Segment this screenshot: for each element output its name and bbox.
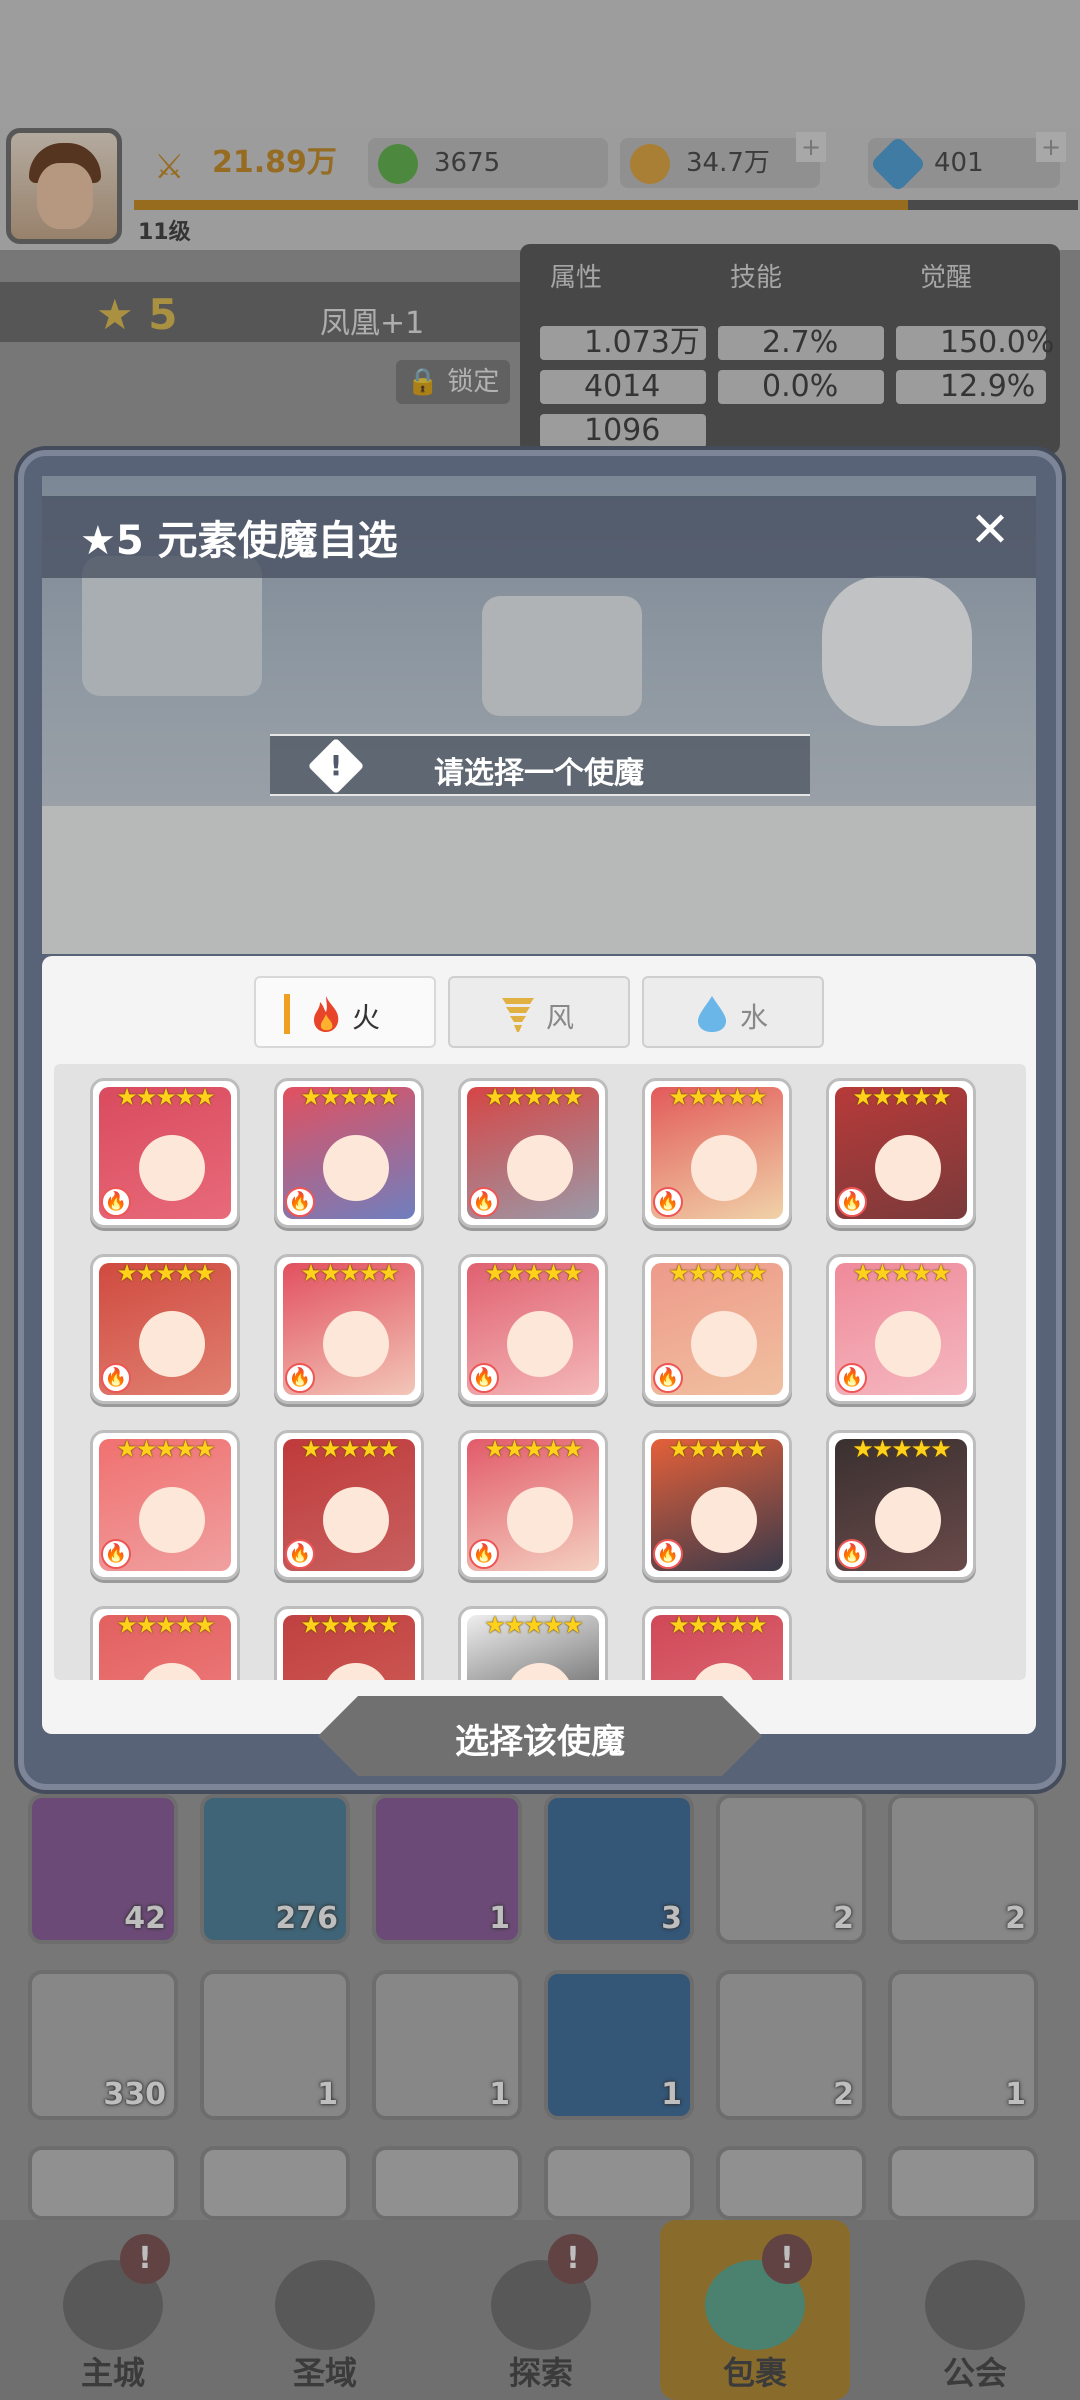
fire-element-icon: 🔥: [837, 1363, 867, 1393]
banner-ground: [42, 806, 1036, 954]
fire-element-icon: 🔥: [285, 1539, 315, 1569]
fire-element-icon: 🔥: [837, 1539, 867, 1569]
familiar-face: [507, 1311, 573, 1377]
ruin-decoration: [822, 576, 972, 726]
familiar-card[interactable]: ★★★★★🔥: [274, 1606, 424, 1680]
close-button[interactable]: ✕: [964, 504, 1016, 556]
star-rating: ★★★★★: [668, 1435, 768, 1463]
familiar-face: [875, 1487, 941, 1553]
familiar-face: [323, 1311, 389, 1377]
familiar-card[interactable]: ★★★★★ 🔥: [642, 1254, 792, 1404]
familiar-face: [507, 1135, 573, 1201]
star-rating: ★★★★★: [852, 1083, 952, 1111]
alert-icon: !: [307, 737, 365, 795]
tab-wind[interactable]: 风: [448, 976, 630, 1048]
familiar-card[interactable]: ★★★★★🔥: [642, 1606, 792, 1680]
star-rating: ★★★★★: [852, 1259, 952, 1287]
familiar-card[interactable]: ★★★★★ 🔥: [90, 1078, 240, 1228]
star-rating: ★★★★★: [116, 1611, 216, 1639]
familiar-card[interactable]: ★★★★★ 🔥: [826, 1078, 976, 1228]
star-rating: ★★★★★: [668, 1083, 768, 1111]
star-rating: ★★★★★: [116, 1259, 216, 1287]
familiar-card[interactable]: ★★★★★ 🔥: [826, 1430, 976, 1580]
fire-element-icon: 🔥: [837, 1187, 867, 1217]
star-rating: ★★★★★: [484, 1259, 584, 1287]
familiar-card[interactable]: ★★★★★ 🔥: [458, 1078, 608, 1228]
familiar-face: [691, 1311, 757, 1377]
star-rating: ★★★★★: [668, 1259, 768, 1287]
alert-glyph: !: [329, 749, 343, 782]
ruin-decoration: [482, 596, 642, 716]
familiar-card[interactable]: ★★★★★ 🔥: [90, 1254, 240, 1404]
active-tab-indicator: [284, 994, 290, 1034]
familiar-card[interactable]: ★★★★★ 🔥: [642, 1078, 792, 1228]
modal-title: ★5 元素使魔自选: [80, 518, 398, 564]
fire-element-icon: 🔥: [285, 1363, 315, 1393]
fire-element-icon: 🔥: [469, 1363, 499, 1393]
tab-label: 水: [740, 1001, 769, 1034]
tornado-icon: [500, 994, 536, 1034]
fire-element-icon: 🔥: [653, 1539, 683, 1569]
familiar-card[interactable]: ★★★★★ 🔥: [274, 1254, 424, 1404]
familiar-face: [139, 1663, 205, 1680]
select-button-label: 选择该使魔: [455, 1722, 625, 1762]
tab-label: 风: [546, 1001, 575, 1034]
fire-element-icon: 🔥: [285, 1187, 315, 1217]
familiar-face: [323, 1487, 389, 1553]
familiar-card[interactable]: ★★★★★ 🔥: [458, 1254, 608, 1404]
familiar-card[interactable]: ★★★★★ 🔥: [274, 1078, 424, 1228]
familiar-card[interactable]: ★★★★★🔥: [458, 1606, 608, 1680]
tab-label: 火: [352, 1001, 381, 1034]
fire-element-icon: 🔥: [469, 1187, 499, 1217]
familiar-grid: ★★★★★ 🔥 ★★★★★ 🔥 ★★★★★ 🔥 ★★★★★ 🔥 ★★★★★ 🔥 ★★★★★ 🔥 ★★★★…: [54, 1064, 1026, 1680]
familiar-card[interactable]: ★★★★★ 🔥: [90, 1430, 240, 1580]
select-familiar-button[interactable]: 选择该使魔: [318, 1696, 762, 1776]
familiar-card[interactable]: ★★★★★ 🔥: [642, 1430, 792, 1580]
star-rating: ★★★★★: [668, 1611, 768, 1639]
star-rating: ★★★★★: [484, 1611, 584, 1639]
familiar-face: [507, 1487, 573, 1553]
familiar-face: [139, 1487, 205, 1553]
familiar-face: [691, 1487, 757, 1553]
familiar-face: [875, 1311, 941, 1377]
familiar-card[interactable]: ★★★★★ 🔥: [274, 1430, 424, 1580]
star-rating: ★★★★★: [116, 1083, 216, 1111]
familiar-face: [691, 1663, 757, 1680]
fire-element-icon: 🔥: [101, 1539, 131, 1569]
star-rating: ★★★★★: [300, 1259, 400, 1287]
star-rating: ★★★★★: [300, 1435, 400, 1463]
star-rating: ★★★★★: [300, 1611, 400, 1639]
water-drop-icon: [694, 994, 730, 1034]
familiar-face: [139, 1311, 205, 1377]
familiar-face: [323, 1663, 389, 1680]
fire-element-icon: 🔥: [101, 1363, 131, 1393]
tab-fire[interactable]: 火: [254, 976, 436, 1048]
familiar-card[interactable]: ★★★★★ 🔥: [826, 1254, 976, 1404]
fire-element-icon: 🔥: [469, 1539, 499, 1569]
familiar-face: [139, 1135, 205, 1201]
familiar-card[interactable]: ★★★★★ 🔥: [458, 1430, 608, 1580]
star-rating: ★★★★★: [116, 1435, 216, 1463]
familiar-face: [875, 1135, 941, 1201]
star-rating: ★★★★★: [484, 1083, 584, 1111]
familiar-face: [691, 1135, 757, 1201]
fire-element-icon: 🔥: [101, 1187, 131, 1217]
fire-element-icon: 🔥: [653, 1187, 683, 1217]
tab-water[interactable]: 水: [642, 976, 824, 1048]
star-rating: ★★★★★: [852, 1435, 952, 1463]
familiar-face: [323, 1135, 389, 1201]
fire-element-icon: 🔥: [653, 1363, 683, 1393]
star-rating: ★★★★★: [300, 1083, 400, 1111]
fire-icon: [308, 994, 344, 1034]
star-rating: ★★★★★: [484, 1435, 584, 1463]
notice-text: 请选择一个使魔: [434, 756, 644, 791]
familiar-face: [507, 1663, 573, 1680]
familiar-card[interactable]: ★★★★★🔥: [90, 1606, 240, 1680]
